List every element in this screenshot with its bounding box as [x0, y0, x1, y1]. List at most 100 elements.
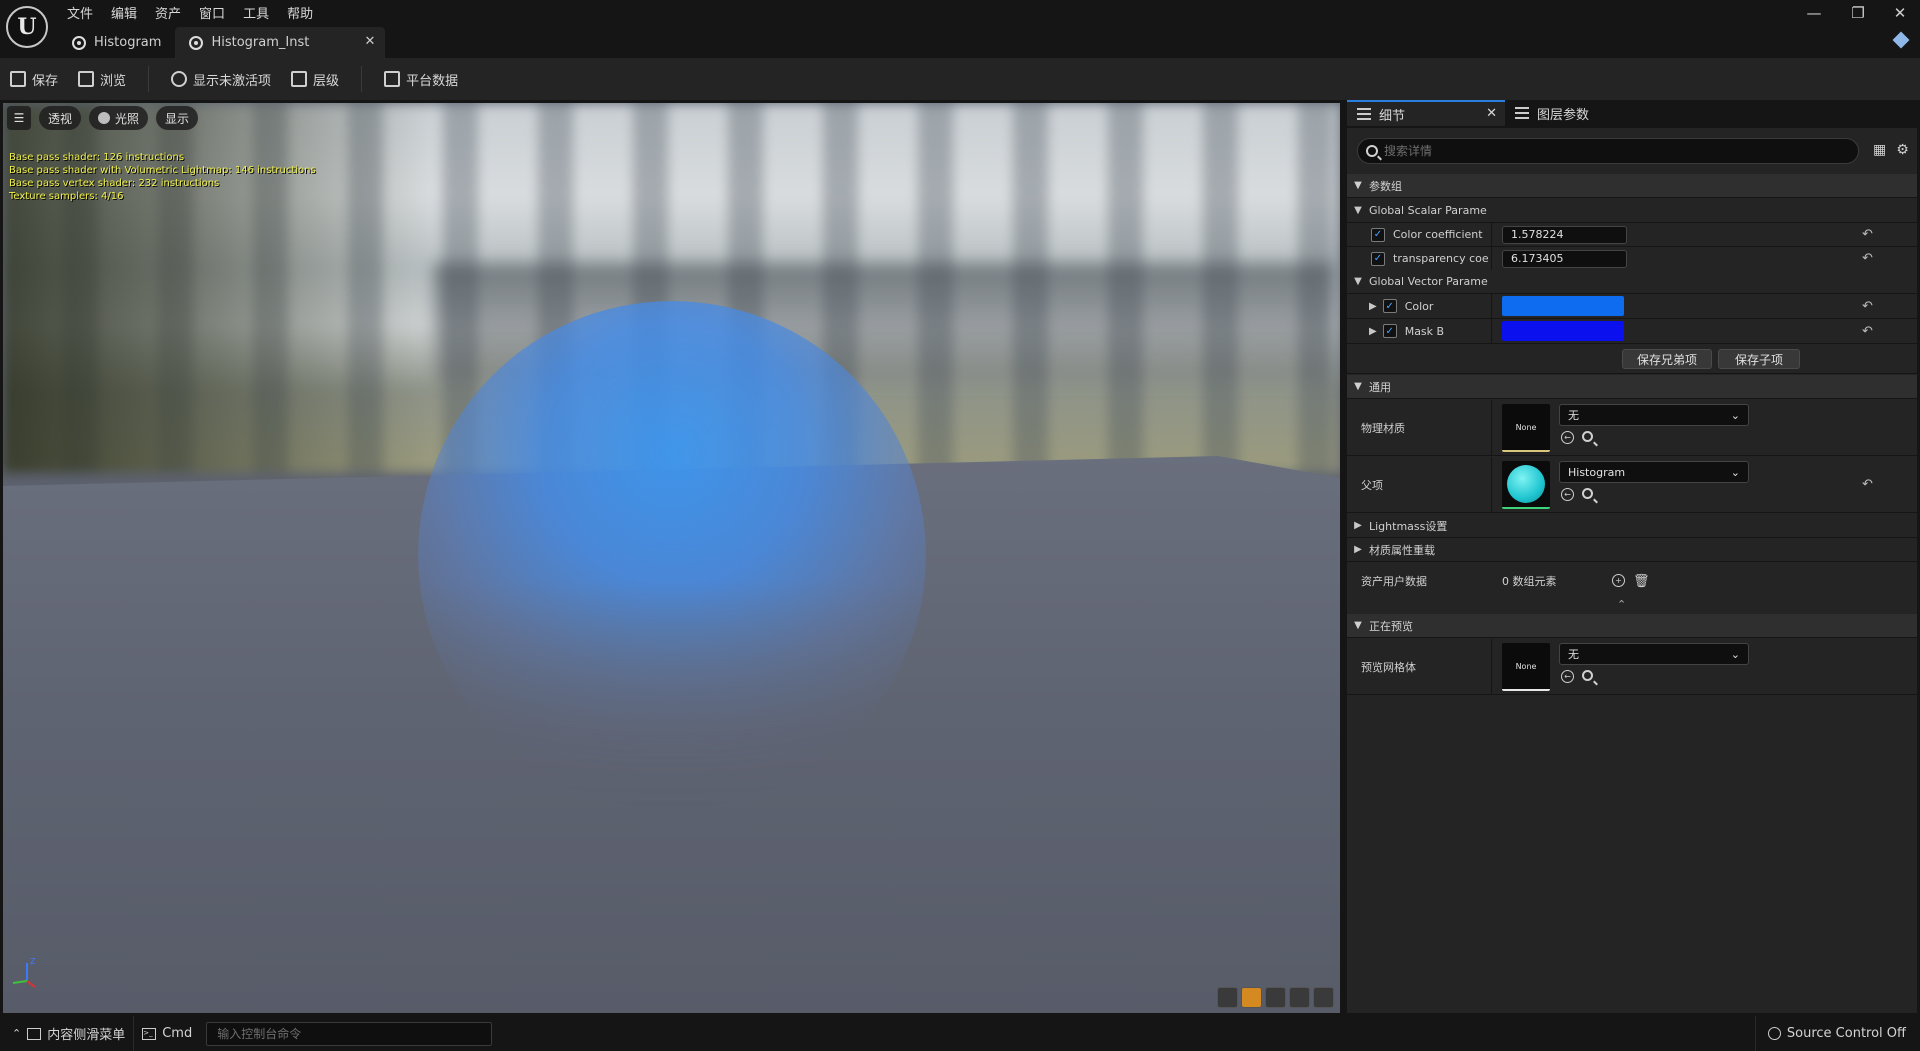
override-checkbox[interactable]: ✓: [1371, 227, 1385, 242]
cmd-selector[interactable]: >_ Cmd: [134, 1016, 200, 1051]
param-value-field[interactable]: 1.578224: [1502, 225, 1627, 244]
phys-material-thumbnail[interactable]: None: [1502, 404, 1550, 452]
browse-search-icon[interactable]: [1582, 670, 1593, 681]
browse-button[interactable]: 浏览: [68, 63, 136, 95]
use-selected-icon[interactable]: ←: [1561, 670, 1574, 683]
menu-asset[interactable]: 资产: [146, 0, 190, 22]
search-tools: ▦ ⚙: [1873, 142, 1909, 158]
show-inactive-button[interactable]: 显示未激活项: [161, 63, 281, 95]
cylinder-icon[interactable]: [1217, 987, 1238, 1008]
menu-window[interactable]: 窗口: [190, 0, 234, 22]
group-global-vector[interactable]: ▼ Global Vector Parame: [1347, 270, 1917, 294]
tab-histogram-inst[interactable]: Histogram_Inst ✕: [175, 27, 386, 58]
save-button[interactable]: 保存: [0, 63, 68, 95]
array-actions: + 🗑: [1612, 574, 1650, 589]
color-swatch[interactable]: [1502, 321, 1624, 341]
sphere-icon[interactable]: [1241, 987, 1262, 1008]
dropdown-value: Histogram: [1568, 465, 1626, 479]
perspective-label: 透视: [48, 111, 73, 126]
use-selected-icon[interactable]: ←: [1561, 431, 1574, 444]
lit-button[interactable]: 光照: [89, 106, 149, 130]
browse-search-icon[interactable]: [1582, 431, 1593, 442]
platform-stats-button[interactable]: 平台数据: [374, 63, 468, 95]
menu-tools[interactable]: 工具: [234, 0, 278, 22]
delete-trash-icon[interactable]: 🗑: [1633, 574, 1650, 589]
phys-material-dropdown[interactable]: 无 ⌄: [1559, 404, 1749, 426]
console-input[interactable]: [217, 1026, 478, 1041]
parent-material-thumbnail[interactable]: [1502, 461, 1550, 509]
preview-mesh-thumbnail[interactable]: None: [1502, 643, 1550, 691]
close-tab-icon[interactable]: ✕: [1486, 106, 1497, 121]
material-sphere-preview: [1507, 465, 1545, 503]
chevron-right-icon[interactable]: ▶: [1369, 301, 1377, 312]
category-general[interactable]: ▼ 通用: [1347, 375, 1917, 399]
override-checkbox[interactable]: ✓: [1371, 251, 1385, 266]
category-param-groups[interactable]: ▼ 参数组: [1347, 174, 1917, 198]
browse-search-icon[interactable]: [1582, 488, 1593, 499]
cmd-label: Cmd: [162, 1026, 193, 1041]
reset-arrow-icon[interactable]: ↶: [1862, 227, 1873, 242]
menu-edit[interactable]: 编辑: [102, 0, 146, 22]
search-box[interactable]: [1357, 138, 1859, 164]
notification-icon[interactable]: [1892, 31, 1910, 49]
column-divider: [1491, 223, 1492, 246]
use-selected-icon[interactable]: ←: [1561, 488, 1574, 501]
details-panel: 细节 ✕ 图层参数 ▦ ⚙ ▼ 参数组 ▼ Global Scalar Para…: [1344, 100, 1920, 1013]
prop-row-preview-mesh: 预览网格体 None 无 ⌄ ←: [1347, 639, 1917, 695]
reset-arrow-icon[interactable]: ↶: [1862, 251, 1873, 266]
override-checkbox[interactable]: ✓: [1382, 324, 1397, 338]
category-previewing[interactable]: ▼ 正在预览: [1347, 614, 1917, 638]
plane-icon[interactable]: [1265, 987, 1286, 1008]
menu-help[interactable]: 帮助: [278, 0, 322, 22]
tab-details[interactable]: 细节 ✕: [1347, 100, 1505, 126]
group-global-scalar[interactable]: ▼ Global Scalar Parame: [1347, 199, 1917, 223]
collapse-up-icon[interactable]: ⌃: [1617, 598, 1626, 611]
reset-arrow-icon[interactable]: ↶: [1862, 324, 1873, 339]
group-lightmass[interactable]: ▶ Lightmass设置: [1347, 514, 1917, 538]
reset-arrow-icon[interactable]: ↶: [1862, 299, 1873, 314]
reset-arrow-icon[interactable]: ↶: [1862, 477, 1873, 492]
stat-line: Base pass shader with Volumetric Lightma…: [9, 165, 316, 176]
show-button[interactable]: 显示: [156, 106, 199, 130]
show-label: 显示: [165, 111, 190, 126]
hierarchy-label: 层级: [313, 73, 340, 89]
source-control-button[interactable]: Source Control Off: [1754, 1016, 1920, 1051]
source-control-label: Source Control Off: [1786, 1026, 1906, 1041]
close-window-button[interactable]: ✕: [1880, 4, 1920, 30]
teapot-icon[interactable]: [1313, 987, 1334, 1008]
perspective-button[interactable]: 透视: [39, 106, 82, 130]
tab-histogram[interactable]: Histogram: [58, 27, 175, 58]
save-siblings-button[interactable]: 保存兄弟项: [1622, 349, 1712, 369]
restore-button[interactable]: ❐: [1838, 4, 1878, 30]
settings-gear-icon[interactable]: ⚙: [1896, 142, 1909, 158]
save-children-button[interactable]: 保存子项: [1718, 349, 1800, 369]
chevron-right-icon: ▶: [1354, 544, 1362, 555]
close-tab-icon[interactable]: ✕: [365, 34, 376, 49]
chevron-right-icon[interactable]: ▶: [1369, 326, 1377, 337]
preview-viewport[interactable]: ☰ 透视 光照 显示 Base pass shader: 126 instruc…: [3, 103, 1340, 1013]
color-swatch[interactable]: [1502, 296, 1624, 316]
minimize-button[interactable]: —: [1794, 4, 1834, 30]
param-value-field[interactable]: 6.173405: [1502, 249, 1627, 268]
group-material-overrides[interactable]: ▶ 材质属性重载: [1347, 538, 1917, 562]
viewport-menu-button[interactable]: ☰: [7, 106, 31, 130]
hierarchy-button[interactable]: 层级: [281, 63, 349, 95]
preview-mesh-dropdown[interactable]: 无 ⌄: [1559, 643, 1749, 665]
param-row-mask-b: ▶ ✓ Mask B ↶: [1347, 319, 1917, 344]
override-checkbox[interactable]: ✓: [1382, 299, 1397, 313]
status-bar: ⌃ 内容侧滑菜单 >_ Cmd Source Control Off: [0, 1016, 1920, 1051]
search-input[interactable]: [1384, 144, 1824, 158]
cube-icon[interactable]: [1289, 987, 1310, 1008]
axis-z-label: Z: [30, 957, 36, 966]
console-box[interactable]: [206, 1021, 493, 1046]
menu-file[interactable]: 文件: [58, 0, 102, 22]
content-drawer-button[interactable]: ⌃ 内容侧滑菜单: [0, 1016, 135, 1051]
prop-row-parent: 父项 Histogram ⌄ ← ↶: [1347, 457, 1917, 513]
tab-layer-params[interactable]: 图层参数: [1505, 100, 1599, 126]
table-view-icon[interactable]: ▦: [1873, 142, 1886, 158]
add-element-icon[interactable]: +: [1612, 574, 1625, 587]
prop-label: 物理材质: [1361, 421, 1405, 435]
terminal-icon: >_: [142, 1027, 157, 1040]
parent-dropdown[interactable]: Histogram ⌄: [1559, 461, 1749, 483]
unreal-logo-icon[interactable]: U: [6, 6, 48, 48]
